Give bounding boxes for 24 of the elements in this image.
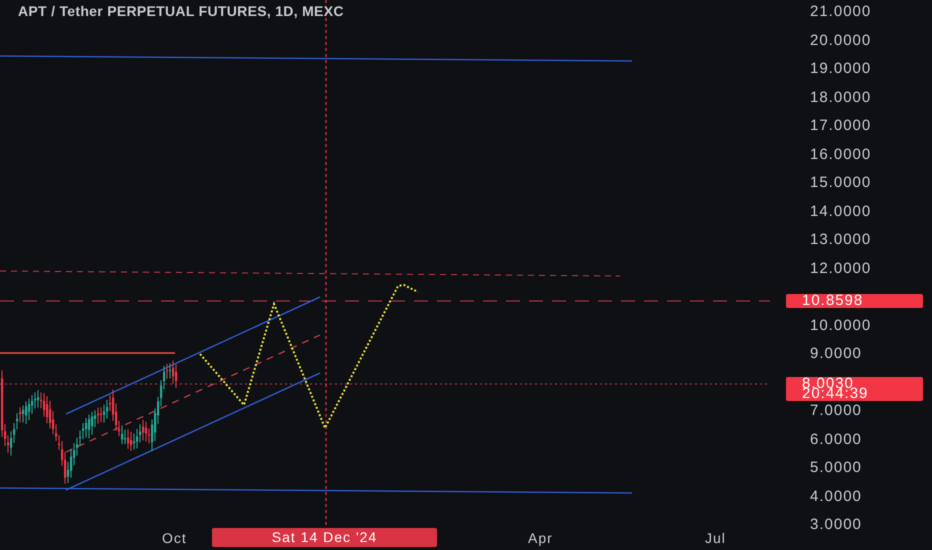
price-label: 20.0000 — [810, 32, 872, 48]
chart-title: APT / Tether PERPETUAL FUTURES, 1D, MEXC — [18, 3, 344, 19]
price-label: 7.0000 — [810, 403, 862, 419]
date-badge: Sat 14 Dec '24 — [212, 528, 437, 547]
price-label: 12.0000 — [810, 260, 872, 276]
price-label: 18.0000 — [810, 90, 872, 106]
time-label: Oct — [162, 530, 187, 546]
price-label: 5.0000 — [810, 460, 862, 476]
price-label: 17.0000 — [810, 118, 872, 134]
price-label: 9.0000 — [810, 346, 862, 362]
price-label: 16.0000 — [810, 146, 872, 162]
price-label: 10.0000 — [810, 318, 872, 334]
price-label: 6.0000 — [810, 432, 862, 448]
price-badge: 8.0030 20:44:39 — [786, 377, 923, 401]
price-label: 15.0000 — [810, 175, 872, 191]
time-label: Jul — [705, 530, 726, 546]
time-label: Apr — [528, 530, 553, 546]
price-label: 14.0000 — [810, 204, 872, 220]
price-label: 4.0000 — [810, 488, 862, 504]
price-label: 19.0000 — [810, 61, 872, 77]
price-label: 3.0000 — [810, 517, 862, 533]
price-badge: 10.8598 — [786, 294, 923, 308]
price-label: 13.0000 — [810, 232, 872, 248]
price-label: 21.0000 — [810, 4, 872, 20]
